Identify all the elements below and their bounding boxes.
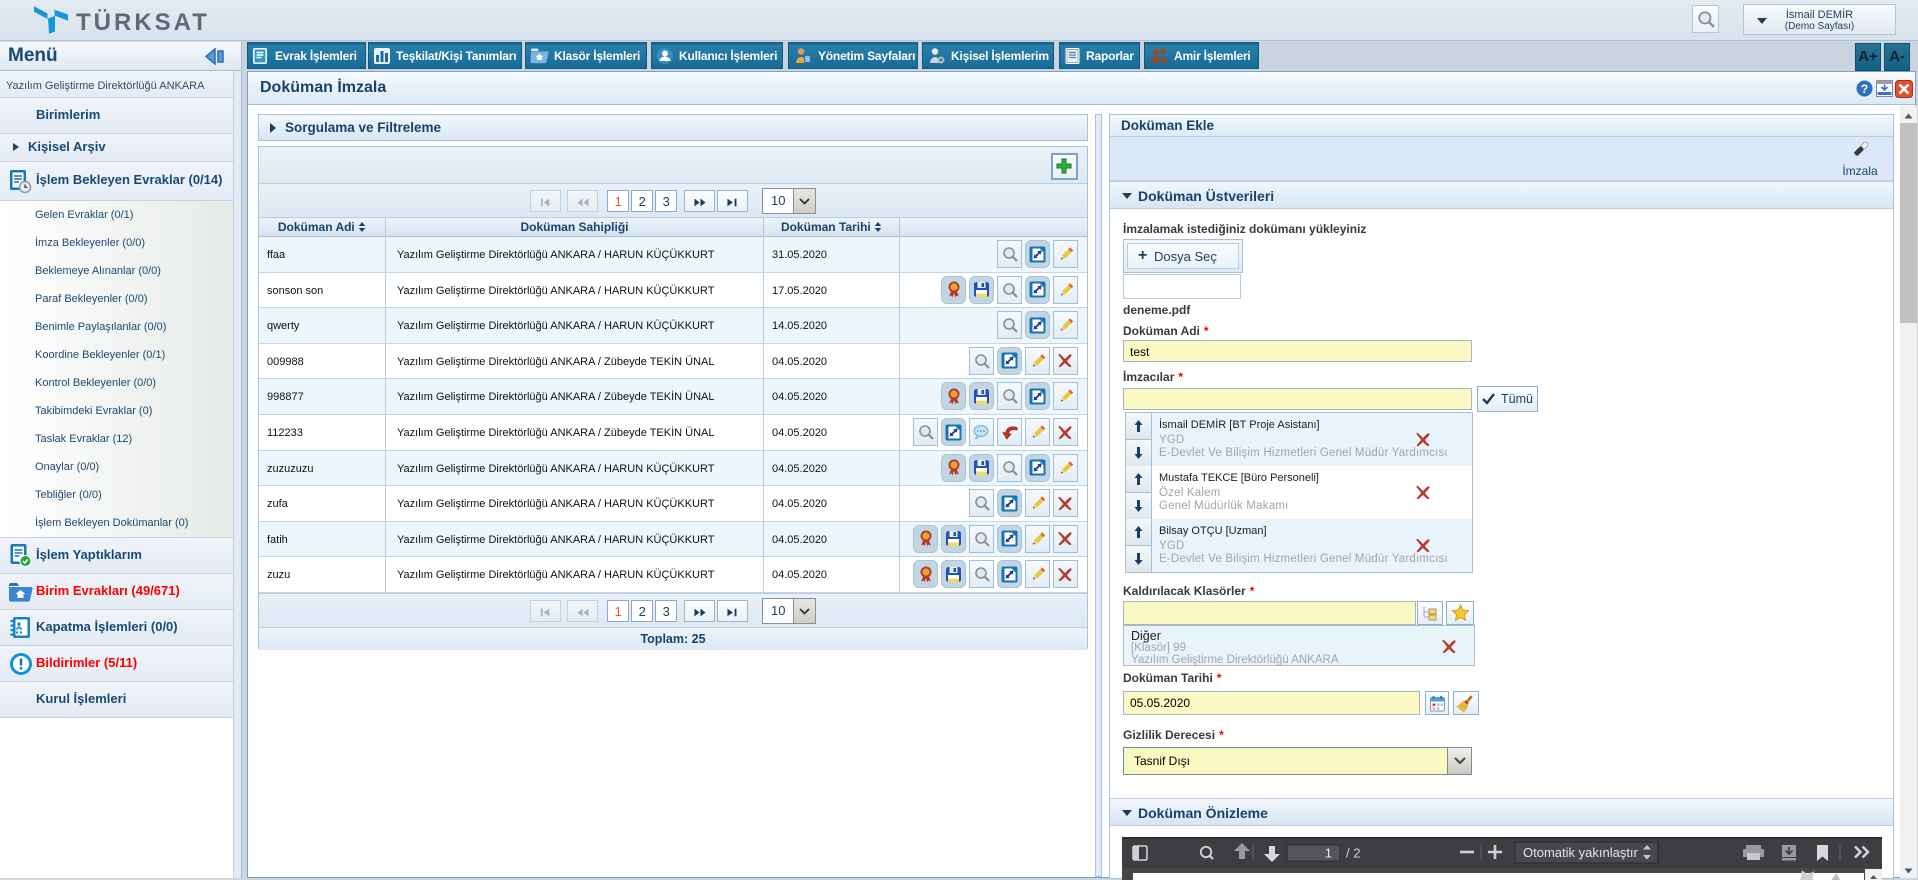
svg-text:/ 2: / 2 [1346,846,1360,861]
svg-text:Otomatik yakınlaştır: Otomatik yakınlaştır [1523,845,1639,860]
svg-text:?: ? [1861,82,1868,96]
svg-text:1: 1 [1325,846,1332,861]
